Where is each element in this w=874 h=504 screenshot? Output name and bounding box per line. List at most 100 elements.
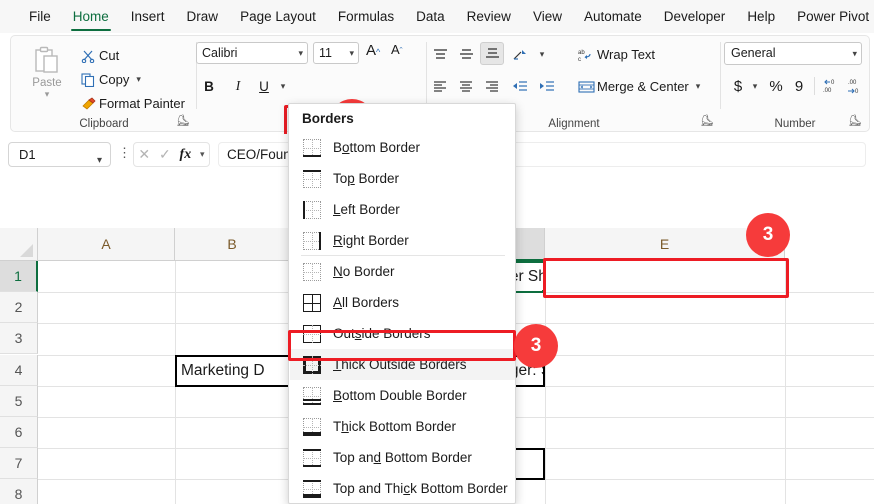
orientation-button[interactable] xyxy=(508,43,532,66)
number-dialog-launcher[interactable]: ⛸ xyxy=(848,115,862,128)
wrap-text-button[interactable]: ab c Wrap Text xyxy=(575,43,655,66)
ribbon-tab-draw[interactable]: Draw xyxy=(176,1,230,32)
currency-dropdown[interactable]: ▾ xyxy=(748,74,762,98)
ribbon-tab-review[interactable]: Review xyxy=(456,1,522,32)
align-left-icon xyxy=(433,81,446,92)
paintbrush-icon xyxy=(77,96,99,111)
cut-button[interactable]: Cut xyxy=(77,44,119,67)
decrease-font-size-button[interactable]: Aˆ xyxy=(391,42,403,57)
merge-center-button[interactable]: Merge & Center ▾ xyxy=(575,75,700,98)
menu-item-thick-outside-borders[interactable]: Thick Outside Borders xyxy=(290,349,515,380)
column-header-B[interactable]: B xyxy=(175,228,290,261)
chevron-down-icon[interactable]: ▾ xyxy=(852,43,857,64)
orientation-dropdown[interactable]: ▾ xyxy=(530,43,554,66)
row-header-8[interactable]: 8 xyxy=(0,479,38,504)
align-right-button[interactable] xyxy=(480,75,504,98)
font-name-combo[interactable]: Calibri ▾ xyxy=(196,42,308,64)
menu-item-bottom-double-border[interactable]: Bottom Double Border xyxy=(290,380,515,411)
chevron-down-icon[interactable]: ▾ xyxy=(136,74,141,85)
menu-item-top-border[interactable]: Top Border xyxy=(290,163,515,194)
ribbon-tab-home[interactable]: Home xyxy=(62,1,120,32)
currency-button[interactable]: $ xyxy=(729,74,747,98)
row-header-1[interactable]: 1 xyxy=(0,261,38,292)
row-header-6[interactable]: 6 xyxy=(0,417,38,448)
merge-cells-icon xyxy=(575,80,597,94)
menu-item-label: Bottom Border xyxy=(333,140,421,155)
menu-item-all-borders[interactable]: All Borders xyxy=(290,287,515,318)
align-right-icon xyxy=(485,81,498,92)
ribbon-tab-formulas[interactable]: Formulas xyxy=(327,1,405,32)
formula-bar-grip[interactable]: ⋮ xyxy=(118,145,131,161)
increase-font-size-button[interactable]: A^ xyxy=(366,42,380,59)
align-bottom-icon xyxy=(485,48,499,58)
chevron-down-icon[interactable]: ▾ xyxy=(200,149,205,160)
row-header-4[interactable]: 4 xyxy=(0,354,38,386)
menu-item-bottom-border[interactable]: Bottom Border xyxy=(290,132,515,163)
decrease-indent-button[interactable] xyxy=(508,75,532,98)
ribbon-tab-power-pivot[interactable]: Power Pivot xyxy=(786,1,874,32)
align-bottom-button[interactable] xyxy=(480,42,504,65)
svg-text:.00: .00 xyxy=(823,88,832,94)
menu-item-left-border[interactable]: Left Border xyxy=(290,194,515,225)
clipboard-dialog-launcher[interactable]: ⛸ xyxy=(176,115,190,128)
paste-label: Paste xyxy=(32,77,62,89)
bold-button[interactable]: B xyxy=(198,75,220,97)
underline-dropdown[interactable]: ▾ xyxy=(272,75,294,97)
menu-item-top-and-thick-bottom-border[interactable]: Top and Thick Bottom Border xyxy=(290,473,515,503)
ribbon-tab-data[interactable]: Data xyxy=(405,1,456,32)
ribbon-tab-page-layout[interactable]: Page Layout xyxy=(229,1,327,32)
align-top-button[interactable] xyxy=(428,43,452,66)
menu-item-top-and-bottom-border[interactable]: Top and Bottom Border xyxy=(290,442,515,473)
ribbon-tab-file[interactable]: File xyxy=(18,1,62,32)
chevron-down-icon[interactable]: ▾ xyxy=(97,149,102,172)
fill-handle[interactable] xyxy=(541,289,543,292)
insert-function-icon[interactable]: fx xyxy=(180,147,192,163)
menu-item-label: Right Border xyxy=(333,233,409,248)
no-border-icon xyxy=(303,262,321,281)
row-header-3[interactable]: 3 xyxy=(0,323,38,355)
comma-button[interactable]: 9 xyxy=(791,74,807,98)
cancel-formula-icon[interactable]: ✕ xyxy=(138,146,150,163)
confirm-formula-icon[interactable]: ✓ xyxy=(159,146,171,163)
select-all-corner[interactable] xyxy=(0,228,38,261)
italic-button[interactable]: I xyxy=(227,75,249,97)
cut-label: Cut xyxy=(99,48,120,63)
menu-item-no-border[interactable]: No Border xyxy=(290,256,515,287)
chevron-down-icon[interactable]: ▾ xyxy=(696,81,701,92)
row-header-5[interactable]: 5 xyxy=(0,385,38,417)
alignment-dialog-launcher[interactable]: ⛸ xyxy=(700,115,714,128)
chevron-down-icon[interactable]: ▾ xyxy=(349,43,354,63)
increase-indent-button[interactable] xyxy=(535,75,559,98)
ribbon-tab-insert[interactable]: Insert xyxy=(120,1,176,32)
cell-value: Marketing D xyxy=(181,361,265,379)
ribbon-tab-view[interactable]: View xyxy=(522,1,573,32)
ribbon-tab-automate[interactable]: Automate xyxy=(573,1,653,32)
align-top-icon xyxy=(433,49,447,59)
row-header-7[interactable]: 7 xyxy=(0,448,38,480)
menu-item-outside-borders[interactable]: Outside Borders xyxy=(290,318,515,349)
copy-button[interactable]: Copy ▾ xyxy=(77,68,141,91)
ribbon-tab-help[interactable]: Help xyxy=(736,1,786,32)
column-header-A[interactable]: A xyxy=(38,228,175,261)
menu-item-label: Outside Borders xyxy=(333,326,431,341)
increase-decimal-button[interactable]: 0 .00 xyxy=(820,74,842,98)
chevron-down-icon[interactable]: ▾ xyxy=(298,43,303,63)
name-box[interactable]: D1 ▾ xyxy=(8,142,111,167)
all-borders-icon xyxy=(303,293,321,312)
number-format-combo[interactable]: General ▾ xyxy=(724,42,862,65)
align-middle-button[interactable] xyxy=(454,43,478,66)
row-header-2[interactable]: 2 xyxy=(0,292,38,324)
merge-center-label: Merge & Center xyxy=(597,79,689,94)
copy-icon xyxy=(77,72,99,87)
decrease-decimal-button[interactable]: .00 0 xyxy=(845,74,867,98)
paste-button[interactable]: Paste ▾ xyxy=(21,42,73,114)
align-left-button[interactable] xyxy=(428,75,452,98)
menu-item-thick-bottom-border[interactable]: Thick Bottom Border xyxy=(290,411,515,442)
percent-button[interactable]: % xyxy=(766,74,786,98)
format-painter-button[interactable]: Format Painter xyxy=(77,92,185,115)
align-center-button[interactable] xyxy=(454,75,478,98)
font-size-combo[interactable]: 11 ▾ xyxy=(313,42,359,64)
ribbon-tab-developer[interactable]: Developer xyxy=(653,1,737,32)
cell-b4[interactable]: Marketing D xyxy=(175,354,290,387)
menu-item-right-border[interactable]: Right Border xyxy=(290,225,515,256)
